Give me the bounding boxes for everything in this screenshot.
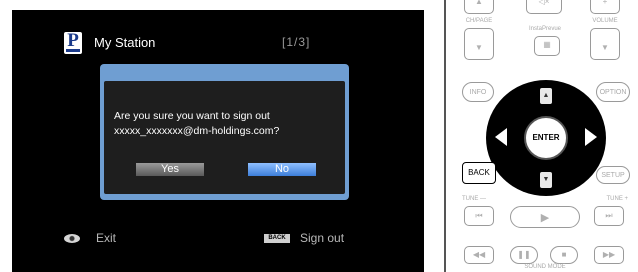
dialog-message-line2: xxxxx_xxxxxxx@dm-holdings.com? bbox=[114, 125, 280, 137]
ch-page-label: CH/PAGE bbox=[465, 18, 493, 24]
skip-forward-icon: ⏭ bbox=[605, 211, 613, 220]
yes-button[interactable]: Yes bbox=[136, 163, 204, 176]
skip-back-icon: ⏮ bbox=[475, 211, 483, 220]
mute-button[interactable]: ◁× bbox=[526, 0, 562, 14]
sound-mode-label: SOUND MODE bbox=[524, 264, 566, 270]
play-button[interactable]: ▶ bbox=[510, 206, 580, 228]
plus-icon: + bbox=[602, 0, 608, 6]
channel-down-button[interactable]: ▼ bbox=[464, 28, 494, 60]
station-title: My Station bbox=[94, 35, 156, 50]
info-button[interactable]: INFO bbox=[462, 82, 494, 102]
dialog-message-line1: Are you sure you want to sign out bbox=[114, 110, 270, 122]
sign-out-dialog: Are you sure you want to sign out xxxxx_… bbox=[100, 64, 349, 200]
skip-forward-button[interactable]: ⏭ bbox=[594, 206, 624, 226]
fast-forward-icon: ▶▶ bbox=[602, 250, 616, 259]
rewind-icon: ◀◀ bbox=[472, 250, 486, 259]
back-badge: BACK bbox=[264, 234, 290, 243]
volume-up-button[interactable]: + bbox=[590, 0, 620, 14]
setup-button[interactable]: SETUP bbox=[596, 166, 630, 184]
sign-out-label[interactable]: Sign out bbox=[300, 231, 344, 245]
pandora-logo-icon: P bbox=[64, 30, 82, 54]
chevron-up-icon: ▲ bbox=[475, 0, 483, 6]
divider bbox=[444, 0, 446, 272]
footer-hints: Exit BACK Sign out bbox=[12, 230, 424, 248]
volume-down-button[interactable]: ▼ bbox=[590, 28, 620, 60]
fast-forward-button[interactable]: ▶▶ bbox=[594, 246, 624, 264]
tv-screen-frame: P My Station [1/3] Are you sure you want… bbox=[0, 0, 440, 272]
dialog-message: Are you sure you want to sign out xxxxx_… bbox=[114, 109, 342, 139]
tv-screen: P My Station [1/3] Are you sure you want… bbox=[12, 10, 424, 272]
mute-icon: ◁× bbox=[538, 0, 550, 6]
cursor-right-button[interactable] bbox=[585, 128, 597, 146]
enter-button[interactable]: ENTER bbox=[524, 116, 568, 160]
header-row: P My Station [1/3] bbox=[12, 30, 424, 56]
tune-minus-label: TUNE — bbox=[462, 196, 486, 202]
option-button[interactable]: OPTION bbox=[596, 82, 630, 102]
no-button[interactable]: No bbox=[248, 163, 316, 176]
tune-plus-label: TUNE + bbox=[606, 196, 628, 202]
cursor-up-button[interactable]: ▲ bbox=[540, 88, 552, 104]
remote-control: ▲ ◁× + CH/PAGE InstaPrevue VOLUME ▼ ▦ ▼ … bbox=[452, 0, 638, 272]
skip-back-button[interactable]: ⏮ bbox=[464, 206, 494, 226]
minus-icon: ▼ bbox=[601, 43, 609, 52]
exit-label[interactable]: Exit bbox=[96, 231, 116, 245]
channel-up-button[interactable]: ▲ bbox=[464, 0, 494, 14]
play-icon: ▶ bbox=[540, 212, 550, 224]
rewind-button[interactable]: ◀◀ bbox=[464, 246, 494, 264]
volume-label: VOLUME bbox=[592, 18, 618, 24]
instaprevue-label: InstaPrevue bbox=[528, 26, 562, 32]
exit-icon bbox=[64, 234, 80, 243]
stop-icon: ■ bbox=[561, 250, 567, 259]
cursor-down-button[interactable]: ▼ bbox=[540, 172, 552, 188]
cursor-left-button[interactable] bbox=[495, 128, 507, 146]
pause-icon: ❚❚ bbox=[517, 250, 531, 259]
page-indicator: [1/3] bbox=[282, 35, 311, 49]
back-button[interactable]: BACK bbox=[462, 162, 496, 184]
instaprevue-icon: ▦ bbox=[543, 40, 551, 49]
chevron-down-icon: ▼ bbox=[475, 43, 483, 52]
stop-button[interactable]: ■ bbox=[550, 246, 578, 264]
instaprevue-button[interactable]: ▦ bbox=[534, 36, 560, 56]
pause-button[interactable]: ❚❚ bbox=[510, 246, 538, 264]
navigation-dpad: ▲ ▼ ENTER bbox=[486, 80, 606, 196]
dialog-body: Are you sure you want to sign out xxxxx_… bbox=[104, 81, 345, 194]
